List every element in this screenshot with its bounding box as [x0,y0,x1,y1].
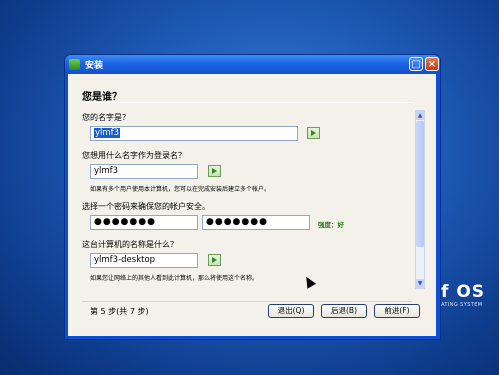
scroll-up-icon[interactable]: ▲ [416,111,424,120]
back-button[interactable]: 后退(B) [321,304,367,318]
password-input[interactable]: ●●●●●●● [90,215,198,230]
installer-window: 安装 □ × 您是谁？ 您的名字是？ ylmf3 您想用什么名字作为登录名？ y… [65,55,440,339]
step-indicator: 第 5 步(共 7 步) [90,307,149,316]
maximize-button[interactable]: □ [409,57,423,71]
password-label: 选择一个密码来确保您的帐户安全。 [82,202,210,211]
footer-divider [82,301,412,302]
password-strength: 强度：好 [318,221,344,229]
login-hint: 如果有多个用户使用本计算机，您可以在完成安装后建立多个帐户。 [90,186,271,193]
scroll-thumb[interactable] [416,121,424,247]
computer-name-input[interactable]: ylmf3-desktop [90,253,198,268]
confirm-password-input[interactable]: ●●●●●●● [202,215,310,230]
desktop-brand-logo: f OS [441,282,486,302]
heading-divider [82,102,412,103]
name-input[interactable]: ylmf3 [90,126,298,141]
desktop-brand-subtitle: ATING SYSTEM [441,302,483,308]
window-title: 安装 [85,61,104,71]
name-go-arrow-icon[interactable] [307,127,320,139]
name-input-value: ylmf3 [94,128,121,138]
scroll-down-icon[interactable]: ▼ [416,279,424,288]
page-heading: 您是谁？ [82,92,122,103]
computer-go-arrow-icon[interactable] [208,254,221,266]
scrollbar[interactable]: ▲ ▼ [415,110,425,289]
login-label: 您想用什么名字作为登录名？ [82,151,186,160]
installer-content: 您是谁？ 您的名字是？ ylmf3 您想用什么名字作为登录名？ ylmf3 如果… [68,74,436,336]
computer-name-label: 这台计算机的名称是什么？ [82,240,178,249]
title-bar[interactable]: 安装 □ × [65,55,440,74]
installer-icon [69,59,80,70]
forward-button[interactable]: 前进(F) [374,304,420,318]
close-button[interactable]: × [425,57,439,71]
quit-button[interactable]: 退出(Q) [268,304,314,318]
login-go-arrow-icon[interactable] [208,165,221,177]
login-input[interactable]: ylmf3 [90,164,198,179]
name-label: 您的名字是？ [82,113,130,122]
computer-name-hint: 如果您让网络上的其他人看到此计算机，那么将使用这个名称。 [90,275,259,282]
